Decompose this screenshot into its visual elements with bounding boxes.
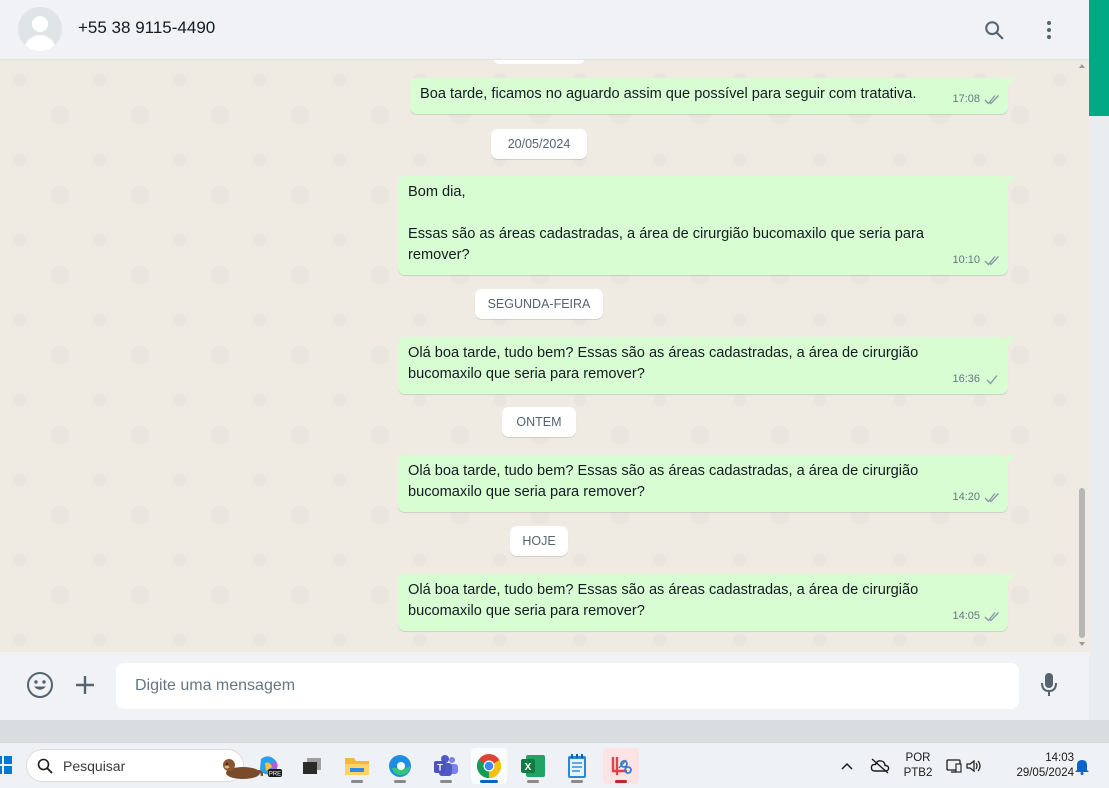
date-separator: ONTEM: [502, 407, 576, 437]
message-meta: 14:05: [952, 606, 1000, 627]
svg-text:X: X: [525, 762, 532, 773]
message-meta: 17:08: [952, 89, 1000, 110]
message-time: 17:08: [952, 93, 980, 105]
search-icon: [37, 758, 53, 774]
copilot-pre-icon[interactable]: PRE: [251, 748, 287, 784]
outgoing-message[interactable]: Olá boa tarde, tudo bem? Essas são as ár…: [398, 455, 1015, 512]
contact-name[interactable]: +55 38 9115-4490: [78, 18, 215, 38]
message-time: 14:20: [952, 491, 980, 503]
message-list[interactable]: Boa tarde, ficamos no aguardo assim que …: [0, 60, 1089, 652]
notification-bell-icon[interactable]: [1070, 748, 1094, 784]
message-text: Olá boa tarde, tudo bem? Essas são as ár…: [408, 345, 919, 382]
outgoing-message[interactable]: Olá boa tarde, tudo bem? Essas são as ár…: [398, 337, 1015, 394]
windows-taskbar: Pesquisar PRE T X POR PTB2 14:03 29/05/2…: [0, 742, 1109, 788]
clock-date: 29/05/2024: [1016, 767, 1074, 779]
svg-text:PRE: PRE: [269, 772, 281, 778]
show-hidden-icons-chevron-icon[interactable]: [834, 748, 860, 784]
message-meta: 10:10: [952, 250, 1000, 271]
scroll-up-arrow[interactable]: [1079, 64, 1085, 68]
network-speaker-icon: [946, 759, 981, 773]
desktop-gap: [0, 720, 1109, 742]
excel-icon[interactable]: X: [515, 748, 551, 784]
double-check-icon: [984, 612, 999, 622]
outgoing-message[interactable]: Bom dia, Essas são as áreas cadastradas,…: [398, 176, 1015, 275]
outgoing-message[interactable]: Boa tarde, ficamos no aguardo assim que …: [410, 78, 1015, 114]
edge-icon[interactable]: [382, 748, 418, 784]
network-volume-icons[interactable]: [943, 748, 987, 784]
outgoing-message[interactable]: Olá boa tarde, tudo bem? Essas são as ár…: [398, 574, 1015, 631]
language-indicator[interactable]: POR PTB2: [900, 751, 936, 781]
chrome-icon[interactable]: [471, 748, 507, 784]
keyboard-layout: PTB2: [903, 767, 933, 779]
scrollbar-thumb[interactable]: [1079, 488, 1085, 638]
message-text: Bom dia, Essas são as áreas cadastradas,…: [408, 184, 924, 263]
date-separator: 20/05/2024: [491, 129, 587, 159]
background-window-strip: [1089, 0, 1109, 116]
whatsapp-window: +55 38 9115-4490 Boa tarde, ficamos no a…: [0, 0, 1089, 720]
clock-time: 14:03: [1045, 752, 1074, 764]
teams-icon[interactable]: T: [428, 748, 464, 784]
system-clock[interactable]: 14:03 29/05/2024: [998, 751, 1074, 781]
file-explorer-icon[interactable]: [339, 748, 375, 784]
search-icon[interactable]: [978, 14, 1010, 46]
message-time: 14:05: [952, 610, 980, 622]
snipping-tool-icon[interactable]: [603, 748, 639, 784]
avatar[interactable]: [18, 7, 62, 51]
message-composer: [0, 652, 1089, 720]
emoji-icon[interactable]: [23, 668, 57, 702]
date-separator: SEGUNDA-FEIRA: [475, 289, 603, 319]
double-check-icon: [984, 95, 999, 105]
windows-start-icon[interactable]: [0, 756, 12, 774]
message-time: 16:36: [952, 373, 980, 385]
task-view-icon[interactable]: [294, 748, 330, 784]
double-check-icon: [984, 493, 999, 503]
taskbar-search[interactable]: Pesquisar: [26, 749, 263, 782]
message-text: Olá boa tarde, tudo bem? Essas são as ár…: [408, 463, 919, 500]
kebab-menu-icon[interactable]: [1033, 14, 1065, 46]
microphone-icon[interactable]: [1032, 668, 1066, 702]
background-window-edge: [1089, 116, 1109, 720]
message-text: Boa tarde, ficamos no aguardo assim que …: [420, 86, 917, 102]
scroll-down-arrow[interactable]: [1079, 642, 1085, 646]
chat-header: +55 38 9115-4490: [0, 0, 1089, 60]
single-check-icon: [986, 375, 998, 385]
message-time: 10:10: [952, 254, 980, 266]
message-input[interactable]: [116, 663, 1019, 709]
date-separator-partial: [494, 60, 584, 64]
onedrive-offline-icon[interactable]: [866, 748, 894, 784]
message-text: Olá boa tarde, tudo bem? Essas são as ár…: [408, 582, 919, 619]
message-meta: 14:20: [952, 487, 1000, 508]
double-check-icon: [984, 256, 999, 266]
plus-icon[interactable]: [68, 668, 102, 702]
notepad-icon[interactable]: [559, 748, 595, 784]
language-code: POR: [905, 752, 931, 764]
search-placeholder: Pesquisar: [63, 758, 126, 774]
svg-text:T: T: [437, 763, 443, 773]
message-meta: 16:36: [952, 369, 1000, 390]
date-separator: HOJE: [510, 526, 568, 556]
